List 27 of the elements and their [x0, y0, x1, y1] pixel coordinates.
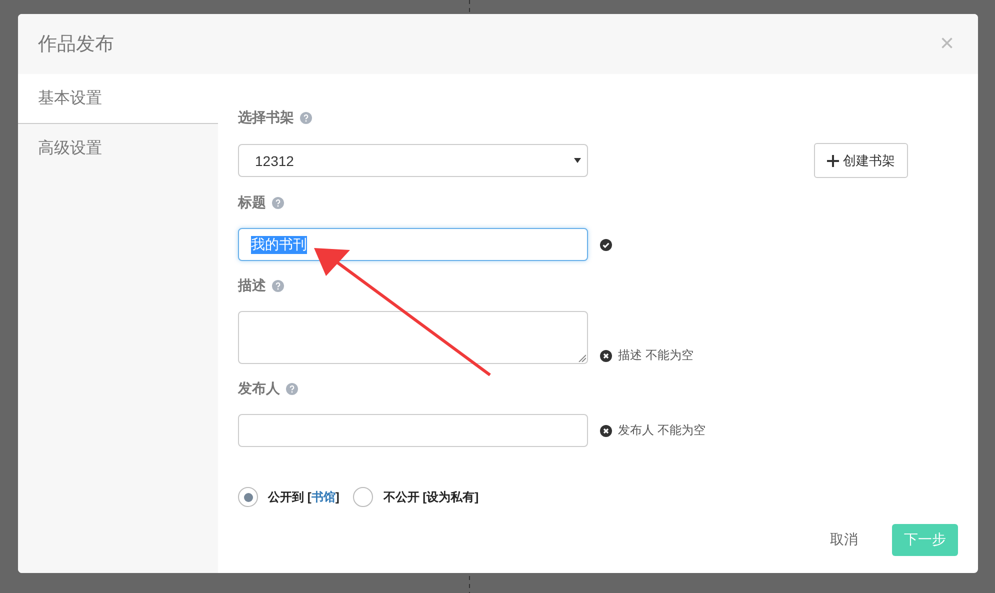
input-field[interactable] — [238, 414, 588, 447]
create-shelf-button[interactable]: 创建书架 — [814, 143, 908, 178]
shelf-select[interactable]: 12312 — [238, 144, 588, 177]
help-icon — [300, 112, 312, 124]
radio-label: 公开到 [书馆] — [268, 488, 340, 506]
help-icon — [272, 280, 284, 292]
sidebar-tab[interactable]: 高级设置 — [18, 124, 218, 174]
text-area[interactable] — [238, 311, 588, 364]
radio-label: 不公开 [设为私有] — [383, 488, 479, 506]
caret-icon — [574, 158, 581, 163]
dialog-title: 作品发布 — [38, 33, 114, 57]
sidebar-tab[interactable]: 基本设置 — [18, 74, 218, 124]
field-label: 标题 — [238, 194, 266, 212]
error-message: 发布人 不能为空 — [618, 422, 706, 439]
field-label: 选择书架 — [238, 109, 294, 127]
help-icon — [272, 197, 284, 209]
help-icon — [286, 383, 298, 395]
library-link[interactable]: 书馆 — [311, 490, 336, 504]
input-field[interactable]: 我的书刊 — [238, 228, 588, 261]
field-label: 描述 — [238, 277, 266, 295]
plus-icon — [827, 154, 839, 166]
radio-button[interactable] — [238, 487, 258, 507]
error-message: 描述 不能为空 — [618, 347, 694, 364]
radio-button[interactable] — [353, 487, 374, 507]
resize-grip-icon[interactable] — [578, 354, 586, 362]
field-label: 发布人 — [238, 380, 280, 398]
cancel-button[interactable]: 取消 — [824, 530, 864, 550]
